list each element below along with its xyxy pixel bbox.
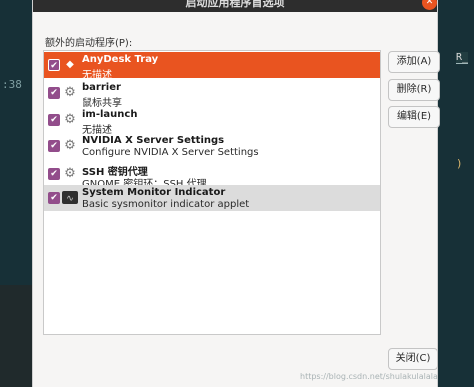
list-item-system-monitor[interactable]: ✔ ∿ System Monitor Indicator Basic sysmo… bbox=[44, 185, 380, 211]
program-name: NVIDIA X Server Settings bbox=[82, 135, 225, 146]
checkbox-ssh-agent[interactable]: ✔ bbox=[48, 168, 60, 180]
program-name: im-launch bbox=[82, 109, 138, 120]
program-description: 无描述 bbox=[82, 70, 112, 81]
list-item-barrier[interactable]: ✔ ⚙ barrier 鼠标共享 bbox=[44, 80, 380, 109]
watermark-url: https://blog.csdn.net/shulakulalala bbox=[300, 372, 438, 381]
checkbox-anydesk[interactable]: ✔ bbox=[48, 59, 60, 71]
background-paren: ) bbox=[456, 157, 463, 170]
list-item-ssh-agent[interactable]: ✔ ⚙ SSH 密钥代理 GNOME 密钥环：SSH 代理 bbox=[44, 161, 380, 185]
checkbox-barrier[interactable]: ✔ bbox=[48, 87, 60, 99]
list-item-nvidia-settings[interactable]: ✔ ⚙ NVIDIA X Server Settings Configure N… bbox=[44, 133, 380, 159]
close-button[interactable]: 关闭(C) bbox=[388, 348, 438, 370]
program-name: AnyDesk Tray bbox=[82, 54, 159, 65]
startup-programs-label: 额外的启动程序(P): bbox=[45, 38, 133, 49]
dialog-title: 启动应用程序首选项 bbox=[185, 0, 285, 9]
gears-icon: ⚙ bbox=[64, 138, 76, 153]
delete-button[interactable]: 删除(R) bbox=[388, 79, 440, 101]
anydesk-icon: ◆ bbox=[66, 59, 74, 70]
program-name: System Monitor Indicator bbox=[82, 187, 226, 198]
gears-icon: ⚙ bbox=[64, 112, 76, 127]
list-item-im-launch[interactable]: ✔ ⚙ im-launch 无描述 bbox=[44, 107, 380, 136]
gears-icon: ⚙ bbox=[64, 85, 76, 100]
system-monitor-icon: ∿ bbox=[62, 191, 78, 204]
edit-button[interactable]: 编辑(E) bbox=[388, 106, 440, 128]
checkbox-system-monitor[interactable]: ✔ bbox=[48, 192, 60, 204]
checkbox-nvidia-settings[interactable]: ✔ bbox=[48, 140, 60, 152]
dialog-titlebar: 启动应用程序首选项 ✕ bbox=[33, 0, 437, 12]
gears-icon: ⚙ bbox=[64, 166, 76, 181]
background-line-number: :38 bbox=[2, 78, 22, 91]
program-name: barrier bbox=[82, 82, 121, 93]
add-button[interactable]: 添加(A) bbox=[388, 51, 440, 73]
checkbox-im-launch[interactable]: ✔ bbox=[48, 114, 60, 126]
program-description: GNOME 密钥环：SSH 代理 bbox=[82, 179, 207, 185]
list-item-anydesk[interactable]: ✔ ◆ AnyDesk Tray 无描述 bbox=[44, 52, 380, 81]
startup-preferences-dialog: 启动应用程序首选项 ✕ 额外的启动程序(P): ✔ ◆ AnyDesk Tray… bbox=[32, 0, 440, 387]
program-description: Basic sysmonitor indicator applet bbox=[82, 199, 250, 210]
background-code-fragment: R_ bbox=[456, 52, 469, 64]
program-description: Configure NVIDIA X Server Settings bbox=[82, 147, 259, 158]
startup-programs-list[interactable]: ✔ ◆ AnyDesk Tray 无描述 ✔ ⚙ barrier 鼠标共享 ✔ … bbox=[43, 50, 381, 335]
background-editor-right: R_ ) bbox=[438, 0, 474, 387]
